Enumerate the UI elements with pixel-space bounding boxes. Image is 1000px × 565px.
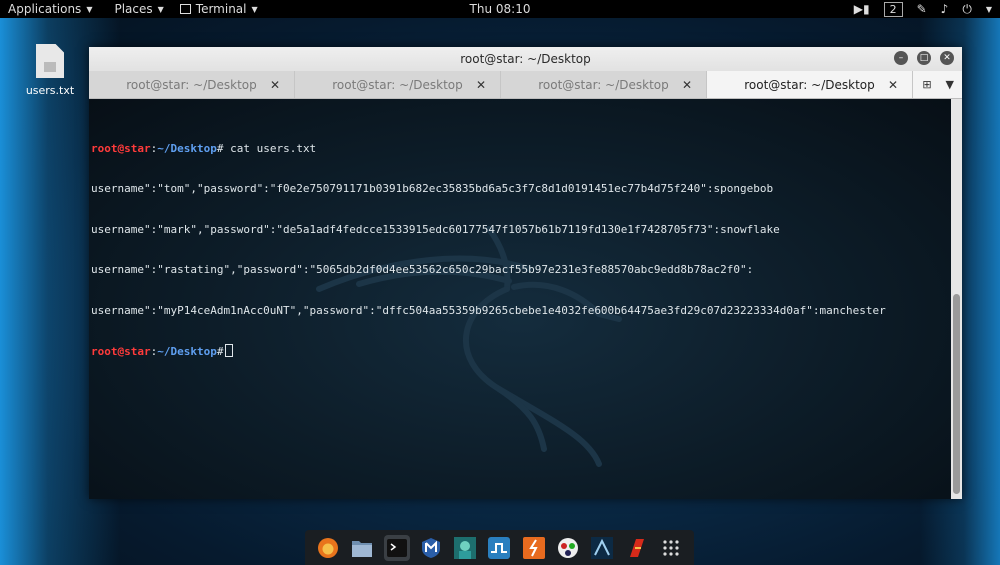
tab-1[interactable]: root@star: ~/Desktop ✕ [89,71,295,98]
prompt-hash: # [216,345,224,358]
tab-label: root@star: ~/Desktop [332,77,463,92]
tab-bar: root@star: ~/Desktop ✕ root@star: ~/Desk… [89,71,962,99]
terminal-small-icon [179,4,191,14]
maximize-button[interactable]: □ [917,51,931,65]
maltego-icon[interactable] [589,535,615,561]
power-icon[interactable]: ⏻ [962,2,972,17]
top-bar: Applications ▼ Places ▼ Terminal ▼ Thu 0… [0,0,1000,18]
faraday-icon[interactable] [624,535,650,561]
prompt-user: root@star [91,345,151,358]
text-file-icon [36,44,64,78]
prompt-path: ~/Desktop [157,345,217,358]
applications-menu[interactable]: Applications ▼ [0,0,100,18]
places-label: Places [114,2,153,16]
volume-icon[interactable]: ♪ [941,2,949,16]
window-title: root@star: ~/Desktop [460,52,591,66]
tab-3[interactable]: root@star: ~/Desktop ✕ [501,71,707,98]
text-cursor [225,344,234,357]
terminal-scrollbar[interactable] [951,99,962,499]
tab-label: root@star: ~/Desktop [538,77,669,92]
network-icon[interactable]: ✎ [917,2,927,16]
tab-4[interactable]: root@star: ~/Desktop ✕ [707,71,913,98]
tab-close-icon[interactable]: ✕ [888,78,898,92]
wireshark-icon[interactable] [521,535,547,561]
tab-close-icon[interactable]: ✕ [270,78,280,92]
output-line: username":"myP14ceAdm1nAcc0uNT","passwor… [91,303,886,317]
prompt-user: root@star [91,141,151,155]
dock [305,530,694,565]
tab-close-icon[interactable]: ✕ [682,78,692,92]
close-button[interactable]: ✕ [940,51,954,65]
burpsuite-icon[interactable] [486,535,512,561]
armitage-icon[interactable] [452,535,478,561]
terminal-window: root@star: ~/Desktop – □ ✕ root@star: ~/… [89,47,962,499]
new-tab-icon[interactable]: ⊞ [922,78,931,91]
command-text: cat users.txt [223,141,317,155]
terminal-menu[interactable]: Terminal ▼ [172,0,266,18]
applications-label: Applications [8,2,82,16]
firefox-icon[interactable] [315,535,341,561]
desktop-file-label: users.txt [25,84,75,97]
chevron-down-icon: ▼ [86,4,93,14]
output-line: username":"rastating","password":"5065db… [91,263,754,276]
tab-list-chevron-icon[interactable]: ▼ [946,78,954,91]
tab-label: root@star: ~/Desktop [126,77,257,92]
beef-icon[interactable] [555,535,581,561]
chevron-down-icon: ▼ [157,4,164,14]
window-titlebar[interactable]: root@star: ~/Desktop – □ ✕ [89,47,962,71]
command-line: root@star:~/Desktop# cat users.txt [91,142,951,156]
terminal-output[interactable]: root@star:~/Desktop# cat users.txt usern… [89,99,951,499]
metasploit-icon[interactable] [418,535,444,561]
tab-label: root@star: ~/Desktop [744,77,875,92]
terminal-label: Terminal [195,2,247,16]
terminal-icon[interactable] [383,534,410,561]
output-line: username":"mark","password":"de5a1adf4fe… [91,222,780,236]
output-line: username":"tom","password":"f0e2e7507911… [91,182,774,195]
app-grid-icon[interactable] [658,535,684,561]
video-camera-icon[interactable]: ▶▮ [854,2,870,16]
chevron-down-icon: ▼ [251,4,258,14]
tab-close-icon[interactable]: ✕ [476,78,486,92]
desktop-file-users-txt[interactable]: users.txt [20,44,80,97]
places-menu[interactable]: Places ▼ [106,0,171,18]
files-icon[interactable] [349,535,375,561]
tab-tools: ⊞ ▼ [913,71,962,98]
current-prompt-line: root@star:~/Desktop# [91,344,951,359]
kali-dragon-icon [316,226,622,467]
tab-2[interactable]: root@star: ~/Desktop ✕ [295,71,501,98]
chevron-down-icon[interactable]: ▼ [986,5,992,14]
prompt-path: ~/Desktop [157,141,217,155]
system-tray: ▶▮ 2 ✎ ♪ ⏻ ▼ [854,0,992,18]
workspace-indicator[interactable]: 2 [883,1,903,17]
scrollbar-thumb[interactable] [953,294,960,494]
minimize-button[interactable]: – [894,51,908,65]
